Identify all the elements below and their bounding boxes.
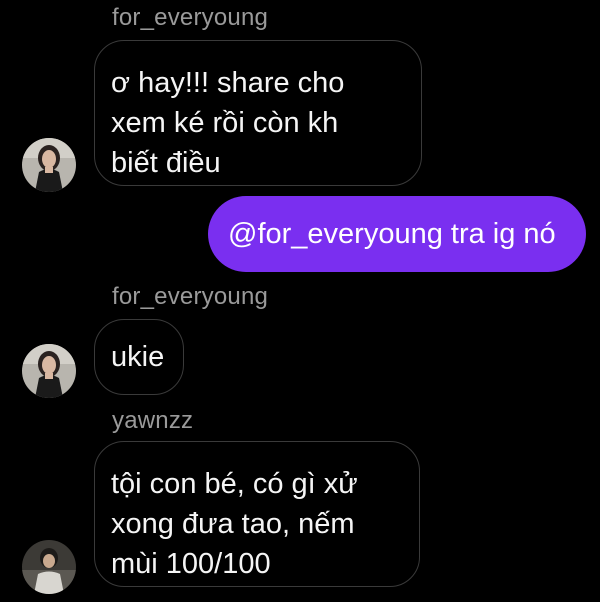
message-bubble[interactable]: ukie — [94, 319, 184, 395]
girl-avatar[interactable] — [22, 138, 76, 192]
guy-avatar-image — [22, 540, 76, 594]
girl-avatar-image — [22, 138, 76, 192]
girl-avatar[interactable] — [22, 344, 76, 398]
sender-name: for_everyoung — [112, 4, 269, 31]
sender-name: for_everyoung — [112, 283, 269, 310]
girl-avatar-image — [22, 344, 76, 398]
guy-avatar[interactable] — [22, 540, 76, 594]
sender-name: yawnzz — [112, 407, 194, 434]
message-bubble[interactable]: tội con bé, có gì xử xong đưa tao, nếm m… — [94, 441, 420, 587]
outgoing-message-bubble[interactable]: @for_everyoung tra ig nó — [208, 196, 586, 272]
message-bubble[interactable]: ơ hay!!! share cho xem ké rồi còn kh biế… — [94, 40, 422, 186]
